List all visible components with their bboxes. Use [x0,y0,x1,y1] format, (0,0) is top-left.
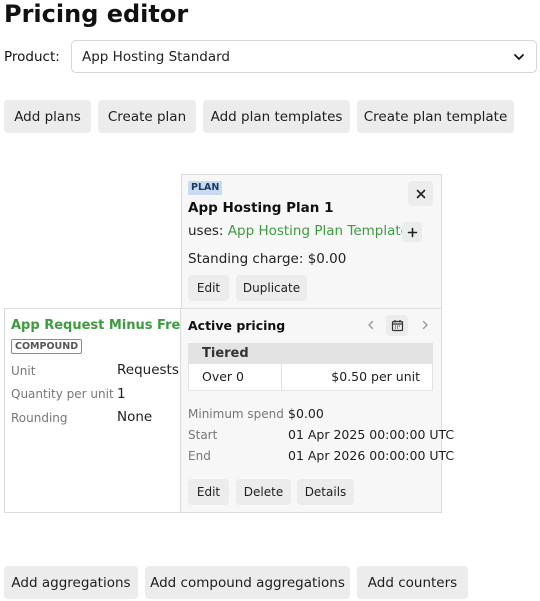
add-plans-button[interactable]: Add plans [4,100,91,133]
add-aggregations-button[interactable]: Add aggregations [4,566,138,599]
minimum-spend-label: Minimum spend [188,407,284,421]
plan-tag: PLAN [188,181,223,195]
unit-value: Requests [117,362,179,378]
tier-range: Over 0 [189,364,282,390]
start-label: Start [188,428,218,442]
details-pricing-button[interactable]: Details [297,479,354,505]
plan-uses: uses: App Hosting Plan Template 1 [188,222,422,240]
delete-pricing-button[interactable]: Delete [236,479,291,505]
page-title: Pricing editor [4,0,189,28]
start-value: 01 Apr 2025 00:00:00 UTC [288,427,455,442]
end-value: 01 Apr 2026 00:00:00 UTC [288,448,455,463]
tier-type-header: Tiered [188,343,433,364]
close-plan-button[interactable] [408,181,433,206]
add-plan-templates-button[interactable]: Add plan templates [203,100,350,133]
chevron-left-icon [368,320,374,330]
product-label: Product: [4,49,60,65]
rounding-label: Rounding [11,411,68,425]
add-counters-button[interactable]: Add counters [357,566,468,599]
standing-charge: Standing charge: $0.00 [188,251,347,267]
unit-label: Unit [11,364,36,378]
minimum-spend-value: $0.00 [288,406,324,421]
plus-icon [407,227,417,237]
calendar-button[interactable] [386,315,408,336]
active-pricing-heading: Active pricing [188,318,286,333]
quantity-per-unit-label: Quantity per unit [11,387,114,401]
plan-name: App Hosting Plan 1 [188,200,334,216]
product-select[interactable]: App Hosting Standard [71,40,537,73]
chevron-down-icon [514,53,524,60]
chevron-right-icon [422,320,428,330]
end-label: End [188,449,211,463]
quantity-per-unit-value: 1 [117,386,126,402]
next-pricing-button[interactable] [418,317,432,333]
tier-row: Over 0 $0.50 per unit [188,364,433,391]
plan-template-link[interactable]: App Hosting Plan Template 1 [228,223,422,239]
create-plan-template-button[interactable]: Create plan template [357,100,514,133]
tier-price: $0.50 per unit [331,369,420,384]
create-plan-button[interactable]: Create plan [98,100,196,133]
product-select-value: App Hosting Standard [82,48,230,65]
add-compound-aggregations-button[interactable]: Add compound aggregations [145,566,350,599]
uses-label: uses: [188,223,224,239]
close-icon [416,189,425,198]
add-template-button[interactable] [402,222,422,242]
previous-pricing-button[interactable] [364,317,378,333]
rounding-value: None [117,409,153,425]
calendar-icon [391,320,403,332]
compound-tag: COMPOUND [11,339,83,354]
aggregation-name[interactable]: App Request Minus Free [11,317,189,335]
edit-plan-button[interactable]: Edit [188,275,229,301]
duplicate-plan-button[interactable]: Duplicate [236,275,307,301]
edit-pricing-button[interactable]: Edit [188,479,229,505]
